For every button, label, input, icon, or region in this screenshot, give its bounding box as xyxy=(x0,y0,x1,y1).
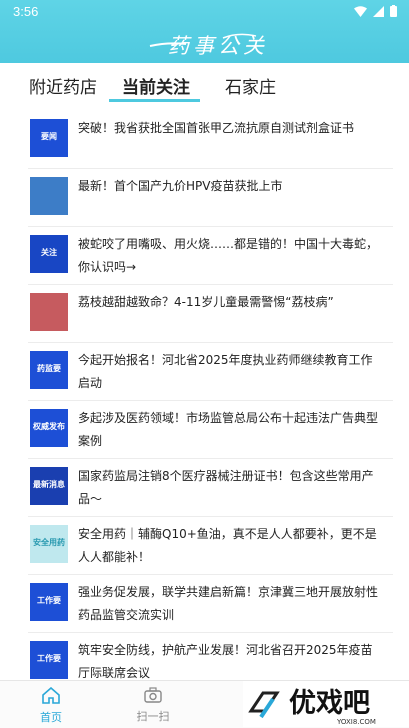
article-title: 今起开始报名！河北省2025年度执业药师继续教育工作启动 xyxy=(78,353,373,390)
nav-scan[interactable]: 扫一扫 xyxy=(123,687,183,724)
article-thumbnail: 关注 xyxy=(30,235,68,273)
camera-icon xyxy=(144,687,162,703)
article-thumbnail: 最新消息 xyxy=(30,467,68,505)
article-list-item[interactable]: 权威发布 多起涉及医药领域！市场监管总局公布十起违法广告典型案例 xyxy=(0,401,409,459)
article-thumbnail: 药监要 xyxy=(30,351,68,389)
article-title: 被蛇咬了用嘴吸、用火烧……都是错的！中国十大毒蛇，你认识吗→ xyxy=(78,237,379,274)
article-thumbnail: 要闻 xyxy=(30,119,68,157)
tab-current-focus[interactable]: 当前关注 xyxy=(122,73,190,98)
nav-scan-label: 扫一扫 xyxy=(136,710,170,723)
article-list-item[interactable]: 要闻 突破！我省获批全国首张甲乙流抗原自测试剂盒证书 xyxy=(0,111,409,169)
wifi-icon xyxy=(354,5,367,17)
nav-home-label: 首页 xyxy=(40,711,62,724)
article-thumbnail: 权威发布 xyxy=(30,409,68,447)
thumbnail-label: 药监要 xyxy=(37,364,61,373)
article-thumbnail xyxy=(30,177,68,215)
active-tab-indicator xyxy=(109,99,200,102)
article-thumbnail: 工作要 xyxy=(30,583,68,621)
article-thumbnail: 安全用药 xyxy=(30,525,68,563)
status-time: 3:56 xyxy=(13,4,39,19)
tab-nearby-pharmacy[interactable]: 附近药店 xyxy=(29,73,97,98)
app-logo: 药事公关 xyxy=(168,34,268,58)
thumbnail-label: 要闻 xyxy=(41,132,57,141)
tab-shijiazhuang[interactable]: 石家庄 xyxy=(225,73,276,98)
article-list-item[interactable]: 最新消息 国家药监局注销8个医疗器械注册证书！包含这些常用产品～ xyxy=(0,459,409,517)
article-title: 强业务促发展，联学共建启新篇！京津冀三地开展放射性药品监管交流实训 xyxy=(78,585,379,622)
watermark-logo: 优戏吧 YOXI8.COM xyxy=(243,681,409,727)
status-icons xyxy=(354,5,397,17)
article-title: 多起涉及医药领域！市场监管总局公布十起违法广告典型案例 xyxy=(78,411,379,448)
article-list-item[interactable]: 工作要 强业务促发展，联学共建启新篇！京津冀三地开展放射性药品监管交流实训 xyxy=(0,575,409,633)
article-title: 突破！我省获批全国首张甲乙流抗原自测试剂盒证书 xyxy=(78,121,355,135)
status-bar: 3:56 xyxy=(0,0,409,22)
thumbnail-label: 安全用药 xyxy=(33,538,65,547)
article-thumbnail: 工作要 xyxy=(30,641,68,679)
thumbnail-label: 工作要 xyxy=(37,596,61,605)
signal-icon xyxy=(373,5,384,17)
thumbnail-label: 权威发布 xyxy=(33,422,65,431)
nav-home[interactable]: 首页 xyxy=(21,686,81,725)
article-list-item[interactable]: 关注 被蛇咬了用嘴吸、用火烧……都是错的！中国十大毒蛇，你认识吗→ xyxy=(0,227,409,285)
battery-icon xyxy=(390,5,397,17)
article-title: 安全用药｜辅酶Q10+鱼油，真不是人人都要补，更不是人人都能补！ xyxy=(78,527,377,564)
article-title: 最新！首个国产九价HPV疫苗获批上市 xyxy=(78,179,283,193)
article-list-item[interactable]: 荔枝越甜越致命？4-11岁儿童最需警惕“荔枝病” xyxy=(0,285,409,343)
article-thumbnail xyxy=(30,293,68,331)
tab-bar: 附近药店 当前关注 石家庄 xyxy=(0,63,409,105)
article-list-item[interactable]: 药监要 今起开始报名！河北省2025年度执业药师继续教育工作启动 xyxy=(0,343,409,401)
watermark-subtext: YOXI8.COM xyxy=(336,718,376,726)
article-list-item[interactable]: 安全用药 安全用药｜辅酶Q10+鱼油，真不是人人都要补，更不是人人都能补！ xyxy=(0,517,409,575)
home-icon xyxy=(42,686,60,704)
article-title: 荔枝越甜越致命？4-11岁儿童最需警惕“荔枝病” xyxy=(78,295,334,309)
thumbnail-label: 工作要 xyxy=(37,654,61,663)
article-title: 国家药监局注销8个医疗器械注册证书！包含这些常用产品～ xyxy=(78,469,374,506)
article-list-item[interactable]: 最新！首个国产九价HPV疫苗获批上市 xyxy=(0,169,409,227)
thumbnail-label: 关注 xyxy=(41,248,57,257)
app-header: 3:56 药事公关 xyxy=(0,0,409,63)
watermark-text: 优戏吧 xyxy=(289,688,370,719)
article-title: 筑牢安全防线，护航产业发展！河北省召开2025年疫苗厅际联席会议 xyxy=(78,643,373,680)
thumbnail-label: 最新消息 xyxy=(33,480,65,489)
